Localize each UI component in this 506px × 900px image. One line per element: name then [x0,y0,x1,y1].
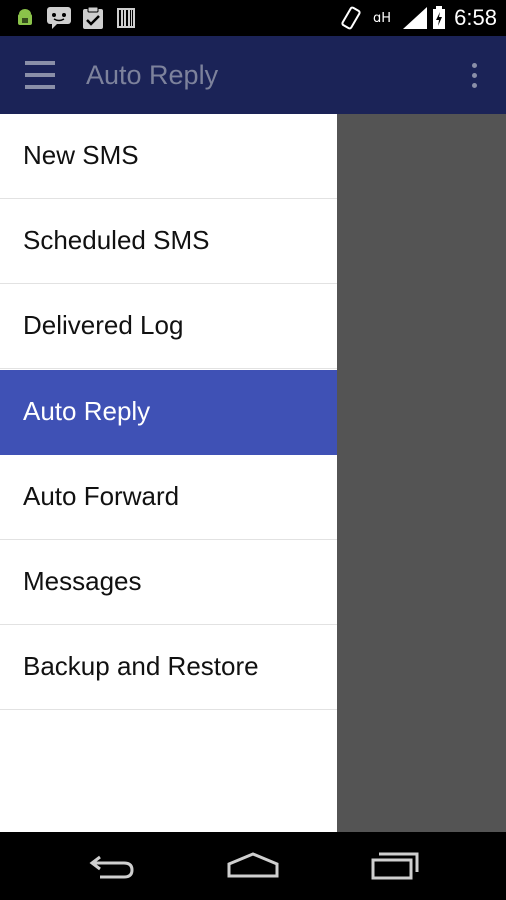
hplus-network-icon: ɑH [373,11,391,26]
app-title: Auto Reply [86,60,219,90]
app-bar: Auto Reply [0,36,506,114]
overflow-menu-icon[interactable] [470,63,478,89]
status-time: 6:58 [454,5,497,30]
signal-icon [403,7,427,29]
chat-icon [47,7,71,29]
status-bar: ɑH 6:58 [0,0,506,36]
drawer-item-scheduled-sms[interactable]: Scheduled SMS [0,199,337,284]
android-debug-icon [18,9,32,25]
drawer-item-label: Messages [23,566,142,596]
recents-icon[interactable] [368,848,422,884]
hamburger-icon[interactable] [25,61,55,89]
drawer-item-messages[interactable]: Messages [0,540,337,625]
drawer-item-backup-restore[interactable]: Backup and Restore [0,625,337,710]
barcode-icon [117,8,135,28]
drawer-item-new-sms[interactable]: New SMS [0,114,337,199]
navigation-drawer: New SMS Scheduled SMS Delivered Log Auto… [0,114,337,832]
battery-icon [433,6,445,29]
drawer-item-label: New SMS [23,140,139,170]
drawer-item-label: Scheduled SMS [23,225,210,255]
drawer-item-auto-reply[interactable]: Auto Reply [0,370,337,455]
system-nav-bar [0,832,506,900]
clipboard-check-icon [83,6,103,29]
drawer-item-auto-forward[interactable]: Auto Forward [0,455,337,540]
drawer-item-label: Auto Forward [23,481,180,511]
back-icon[interactable] [86,848,138,884]
svg-text:ɑH: ɑH [373,11,391,26]
rotate-icon [341,6,361,30]
drawer-item-label: Delivered Log [23,310,184,340]
drawer-item-label: Backup and Restore [23,651,259,681]
drawer-item-label: Auto Reply [23,396,151,426]
drawer-item-delivered-log[interactable]: Delivered Log [0,284,337,369]
content-scrim[interactable]: New SMS Scheduled SMS Delivered Log Auto… [0,114,506,832]
home-icon[interactable] [226,848,280,884]
